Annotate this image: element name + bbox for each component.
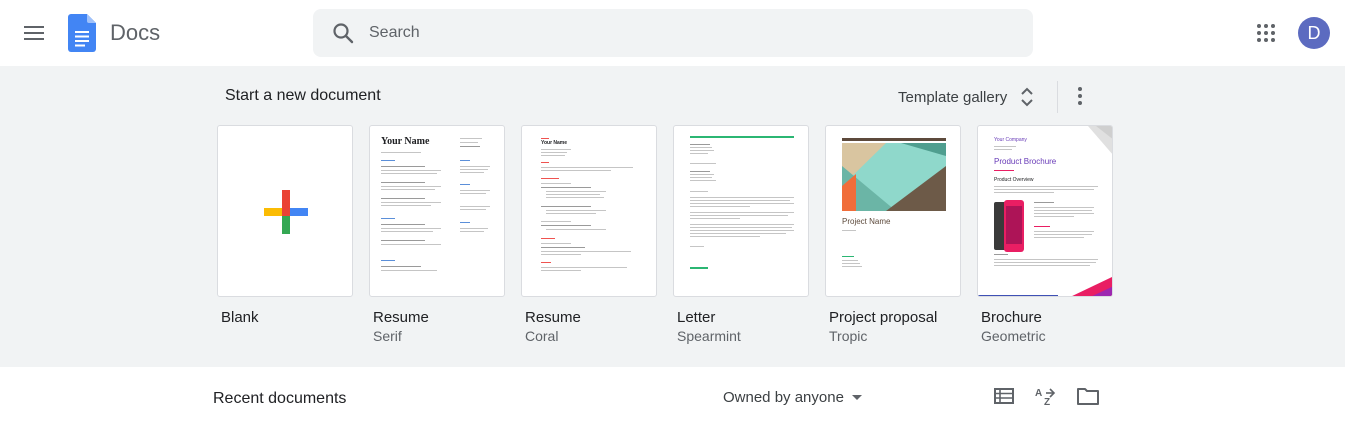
template-gallery-label: Template gallery [898,88,1008,106]
list-view-button[interactable] [990,383,1018,409]
more-vert-icon [1078,87,1082,105]
template-resume-serif[interactable]: Your Name Resume Serif [369,125,505,344]
template-subtitle: Spearmint [677,328,741,344]
template-letter-spearmint[interactable]: Letter Spearmint [673,125,809,344]
search-input[interactable] [369,9,1009,57]
template-subtitle: Serif [373,328,402,344]
account-avatar[interactable]: D [1298,17,1330,49]
folder-icon [1077,388,1099,405]
template-resume-coral[interactable]: Your Name Resume Coral [521,125,657,344]
top-app-bar: Docs D [0,0,1345,66]
caret-down-icon [851,394,862,400]
thumbnail-heading: Project Name [842,217,891,226]
open-file-picker-button[interactable] [1074,383,1102,409]
unfold-more-icon [1021,87,1033,107]
template-thumbnail[interactable]: Your Name [521,125,657,297]
app-title[interactable]: Docs [110,20,160,46]
template-subtitle: Coral [525,328,559,344]
thumbnail-company: Your Company [994,137,1027,143]
main-menu-button[interactable] [14,13,54,53]
template-subtitle: Tropic [829,328,868,344]
template-thumbnail[interactable]: Your Company Product Brochure Product Ov… [977,125,1113,297]
multicolor-plus-icon [264,190,308,234]
thumbnail-heading: Your Name [381,136,430,147]
template-brochure-geometric[interactable]: Your Company Product Brochure Product Ov… [977,125,1113,344]
template-project-proposal-tropic[interactable]: Project Name Project proposal Tropic [825,125,961,344]
sort-options-button[interactable]: A Z [1032,383,1060,409]
apps-grid-icon [1257,24,1275,42]
template-thumbnail[interactable]: Your Name [369,125,505,297]
template-name: Letter [677,309,716,326]
search-icon[interactable] [331,21,355,45]
hamburger-menu-icon [24,26,44,40]
owner-filter-label: Owned by anyone [723,388,844,406]
template-name: Blank [221,309,259,326]
sort-az-icon: A Z [1035,388,1056,406]
more-options-button[interactable] [1064,80,1096,112]
tropic-geometric-graphic [842,138,946,211]
docs-logo-icon[interactable] [68,14,96,52]
template-name: Resume [373,309,429,326]
google-apps-button[interactable] [1246,13,1286,53]
template-name: Project proposal [829,309,938,326]
list-view-icon [994,388,1014,404]
recent-documents-title: Recent documents [213,390,347,407]
template-subtitle: Geometric [981,328,1046,344]
template-thumbnail[interactable] [217,125,353,297]
template-thumbnail[interactable] [673,125,809,297]
template-gallery-section: Start a new document Template gallery Bl… [0,66,1345,367]
template-blank[interactable]: Blank [217,125,353,326]
divider [1057,81,1058,113]
template-name: Brochure [981,309,1042,326]
template-name: Resume [525,309,581,326]
thumbnail-section-heading: Product Overview [994,177,1034,183]
owner-filter-dropdown[interactable]: Owned by anyone [723,386,862,408]
thumbnail-heading: Your Name [541,140,568,146]
template-gallery-toggle[interactable]: Template gallery [890,82,1045,112]
thumbnail-heading: Product Brochure [994,157,1057,166]
template-thumbnail[interactable]: Project Name [825,125,961,297]
search-bar[interactable] [313,9,1033,57]
phone-product-image [994,200,1024,252]
svg-text:A: A [1035,388,1042,399]
svg-text:Z: Z [1044,397,1050,406]
start-new-document-title: Start a new document [225,87,381,104]
